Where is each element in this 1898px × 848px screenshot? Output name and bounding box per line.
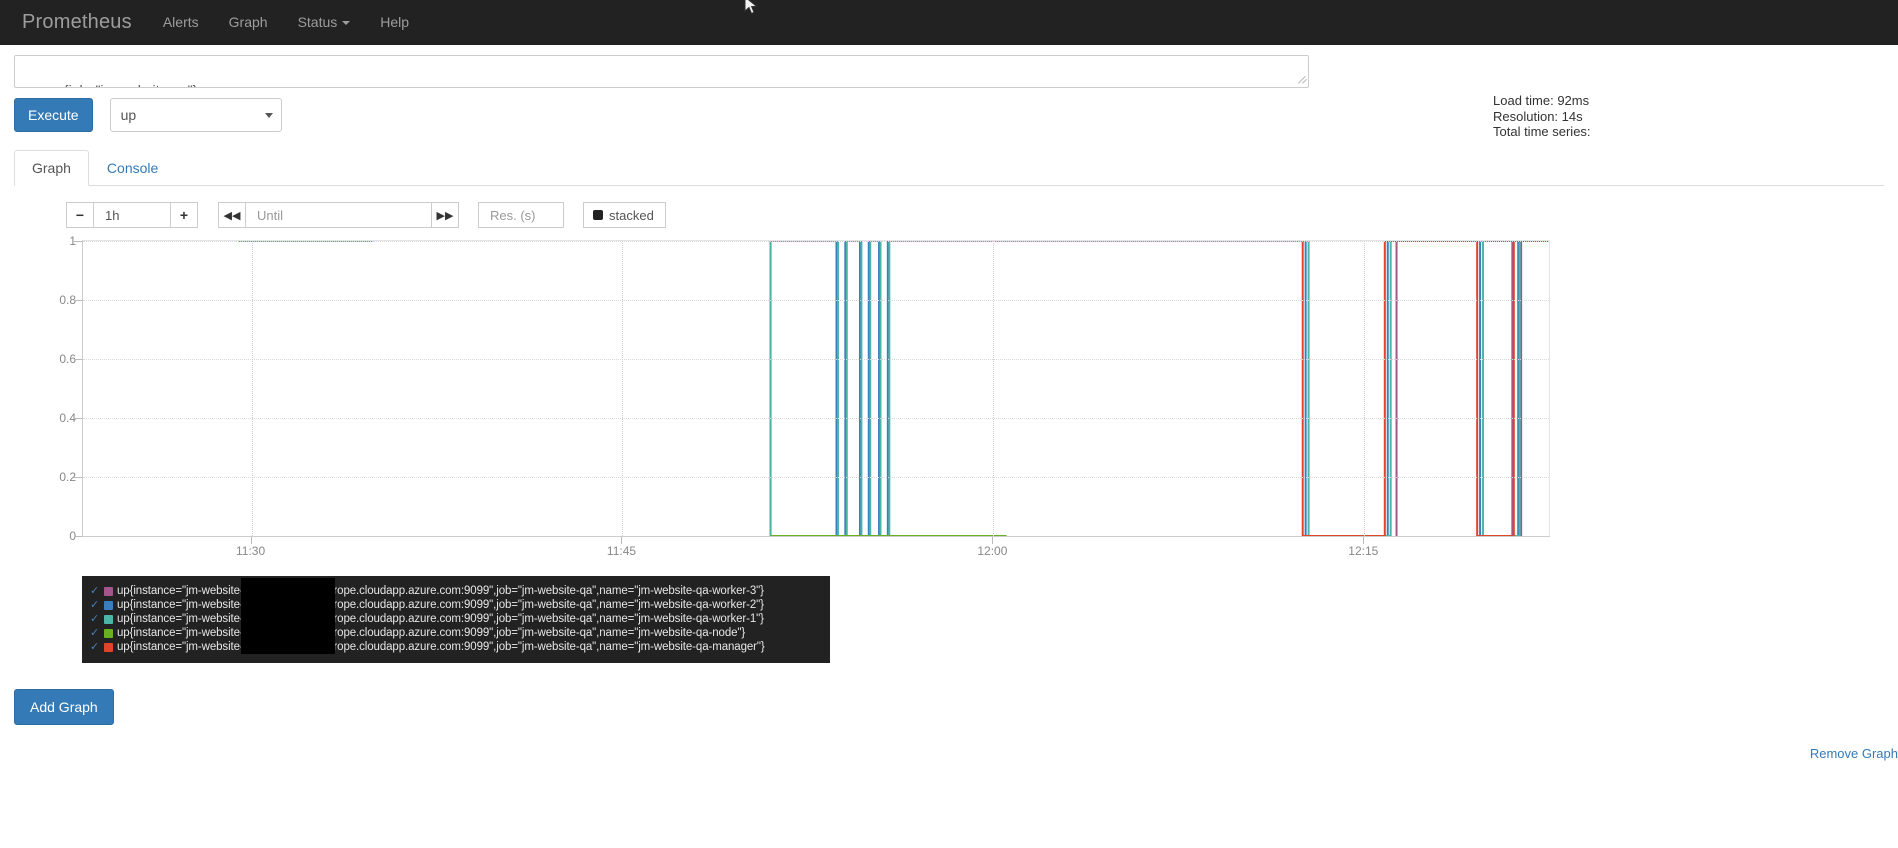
expression-row: up{job="jm-website-qa"} Load time: 92ms … (14, 45, 1884, 139)
x-axis-label: 11:45 (606, 544, 637, 558)
legend: ✓ up{instance="jm-website-s██████westeuro… (82, 576, 830, 663)
gridline-horizontal (83, 477, 1549, 478)
metric-select[interactable]: up (109, 98, 282, 132)
chart: 0 0.2 0.4 0.6 0.8 1 11:30 11:45 12:00 12:15 (14, 234, 1550, 570)
legend-item[interactable]: ✓ up{instance="jm-website-s██████westeuro… (90, 598, 820, 612)
series-line (1395, 241, 1549, 536)
x-axis-label: 12:00 (977, 544, 1008, 558)
total-series-text: Total time series: (1493, 124, 1591, 139)
chevron-down-icon (264, 113, 273, 118)
resolution-text: Resolution: 14s (1493, 108, 1583, 124)
x-axis-tick (621, 537, 623, 544)
stop-square-icon (593, 210, 603, 220)
nav-item-status[interactable]: Status (283, 0, 366, 45)
load-time-text: Load time: 92ms (1493, 93, 1590, 108)
y-axis-tick (74, 359, 82, 360)
checkmark-icon: ✓ (90, 613, 100, 625)
gridline-horizontal (83, 241, 1549, 242)
query-stats: Load time: 92ms Resolution: 14s Total ti… (1493, 93, 1591, 140)
add-graph-button[interactable]: Add Graph (14, 689, 114, 725)
legend-item[interactable]: ✓ up{instance="jm-website-s██████westeuro… (90, 640, 820, 654)
plot-area[interactable] (82, 240, 1550, 537)
x-axis-tick (1363, 537, 1365, 544)
y-axis-tick (74, 536, 82, 537)
range-control-group: − 1h + (66, 202, 198, 228)
nav-item-graph[interactable]: Graph (214, 0, 283, 45)
nav-item-help[interactable]: Help (365, 0, 424, 45)
legend-color-swatch (104, 628, 113, 638)
execute-row: Execute up (14, 98, 1884, 132)
range-input[interactable]: 1h (93, 202, 171, 228)
expr-suffix: "} (188, 82, 198, 87)
legend-series-label: up{instance="jm-website-s██████westeurop… (117, 599, 764, 611)
series-line (769, 241, 1549, 536)
navbar: Prometheus Alerts Graph Status Help (0, 0, 1898, 45)
checkmark-icon: ✓ (90, 585, 100, 597)
checkmark-icon: ✓ (90, 599, 100, 611)
legend-item[interactable]: ✓ up{instance="jm-website-s██████westeuro… (90, 612, 820, 626)
chevron-down-icon (342, 21, 351, 25)
gridline-horizontal (83, 300, 1549, 301)
step-forward-icon[interactable]: ▶▶ (431, 202, 459, 228)
legend-series-label: up{instance="jm-website-s██████westeurop… (117, 641, 765, 653)
legend-color-swatch (104, 586, 113, 596)
step-backward-icon[interactable]: ◀◀ (218, 202, 246, 228)
y-axis-tick (74, 418, 82, 419)
range-decrease-button[interactable]: − (66, 202, 94, 228)
y-axis-tick (74, 241, 82, 242)
legend-color-swatch (104, 600, 113, 610)
legend-item[interactable]: ✓ up{instance="jm-website-s██████westeuro… (90, 584, 820, 598)
graph-controls: − 1h + ◀◀ Until ▶▶ Res. (s) stacked (66, 202, 1884, 228)
expr-mid: -website- (115, 82, 172, 87)
x-axis-tick (250, 537, 252, 544)
brand-prometheus[interactable]: Prometheus (18, 11, 148, 34)
series-lines (238, 241, 1549, 536)
stacked-toggle-button[interactable]: stacked (583, 202, 666, 228)
legend-color-swatch (104, 614, 113, 624)
x-axis-label: 11:30 (236, 544, 266, 558)
gridline-vertical (1364, 241, 1366, 536)
legend-series-label: up{instance="jm-website-s██████westeurop… (117, 585, 764, 597)
mouse-cursor-icon (744, 0, 758, 15)
gridline-vertical (993, 241, 995, 536)
nav-item-status-label: Status (297, 14, 338, 30)
legend-color-swatch (104, 642, 113, 652)
resolution-input[interactable]: Res. (s) (478, 202, 564, 228)
tab-graph[interactable]: Graph (14, 150, 89, 186)
x-axis-label: 12:15 (1348, 544, 1379, 558)
legend-series-label: up{instance="jm-website-s██████westeurop… (117, 613, 764, 625)
y-axis-tick (74, 477, 82, 478)
time-control-group: ◀◀ Until ▶▶ (218, 202, 459, 228)
legend-item[interactable]: ✓ up{instance="jm-website-s██████westeuro… (90, 626, 820, 640)
range-increase-button[interactable]: + (170, 202, 198, 228)
remove-graph-link[interactable]: Remove Graph (1810, 746, 1898, 761)
tab-bar: Graph Console (14, 150, 1884, 186)
page-body: up{job="jm-website-qa"} Load time: 92ms … (0, 45, 1898, 761)
gridline-horizontal (83, 418, 1549, 419)
checkmark-icon: ✓ (90, 627, 100, 639)
expression-text: up{job="jm-website-qa"} (48, 82, 198, 87)
legend-series-label: up{instance="jm-website-s██████westeurop… (117, 627, 746, 639)
expr-misspelled-qa: qa (172, 82, 188, 87)
checkmark-icon: ✓ (90, 641, 100, 653)
gridline-horizontal (83, 359, 1549, 360)
graph-panel: − 1h + ◀◀ Until ▶▶ Res. (s) stacked 0 0.2… (14, 186, 1898, 761)
execute-button[interactable]: Execute (14, 98, 93, 132)
until-input[interactable]: Until (245, 202, 432, 228)
gridline-vertical (622, 241, 624, 536)
expression-input[interactable]: up{job="jm-website-qa"} (14, 55, 1309, 88)
tab-console[interactable]: Console (89, 150, 176, 186)
expr-prefix: up{job=" (48, 82, 100, 87)
stacked-label: stacked (609, 207, 654, 223)
y-axis-tick (74, 300, 82, 301)
x-axis-tick (992, 537, 994, 544)
gridline-vertical (251, 241, 253, 536)
metric-select-value: up (120, 107, 137, 123)
expr-misspelled-jm: jm (100, 82, 115, 87)
nav-item-alerts[interactable]: Alerts (148, 0, 214, 45)
